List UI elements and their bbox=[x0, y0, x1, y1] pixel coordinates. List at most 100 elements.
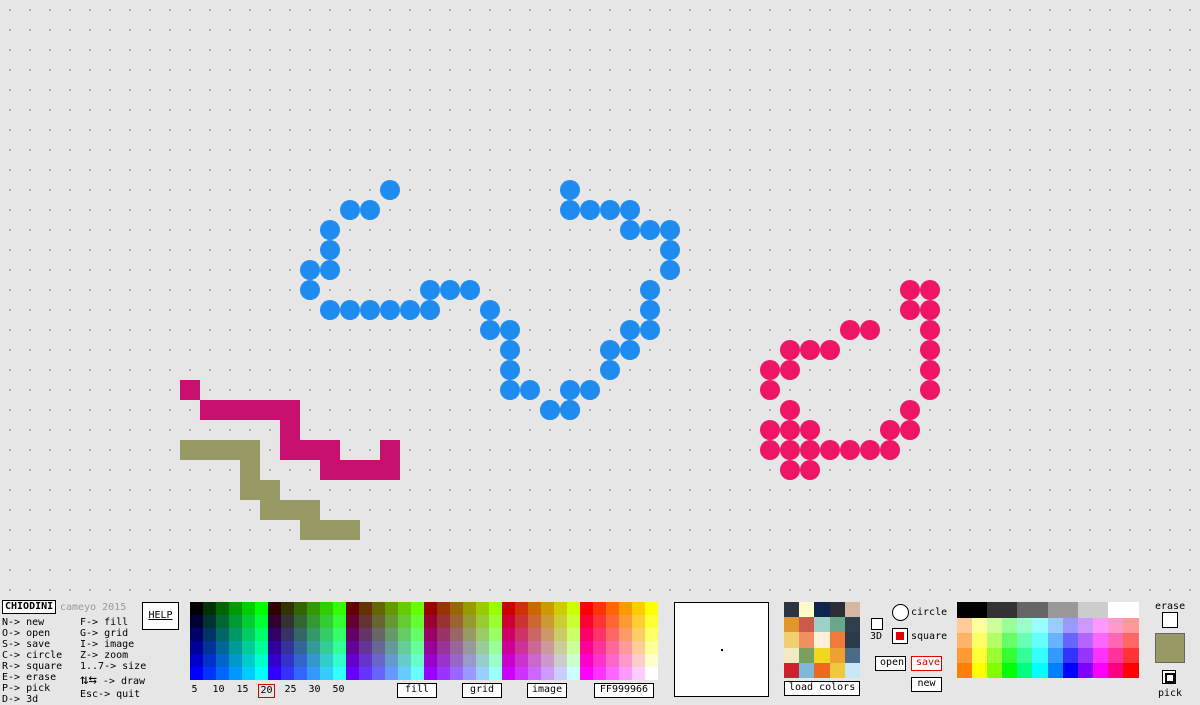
palette-swatch[interactable] bbox=[216, 628, 229, 641]
color-code-field[interactable]: FF999966 bbox=[594, 683, 654, 698]
palette-swatch[interactable] bbox=[567, 615, 580, 628]
gradient-palette-swatch[interactable] bbox=[1047, 663, 1064, 678]
custom-palette-swatch[interactable] bbox=[844, 647, 860, 663]
custom-palette-swatch[interactable] bbox=[799, 602, 815, 618]
palette-swatch[interactable] bbox=[255, 667, 268, 680]
palette-swatch[interactable] bbox=[463, 667, 476, 680]
custom-palette-swatch[interactable] bbox=[844, 617, 860, 633]
fill-button[interactable]: fill bbox=[397, 683, 437, 698]
palette-swatch[interactable] bbox=[645, 628, 658, 641]
gradient-palette-swatch[interactable] bbox=[1017, 618, 1034, 633]
palette-swatch[interactable] bbox=[255, 615, 268, 628]
palette-swatch[interactable] bbox=[515, 602, 528, 615]
palette-swatch[interactable] bbox=[216, 615, 229, 628]
palette-swatch[interactable] bbox=[476, 615, 489, 628]
palette-swatch[interactable] bbox=[645, 615, 658, 628]
palette-swatch[interactable] bbox=[385, 615, 398, 628]
custom-palette-swatch[interactable] bbox=[784, 662, 800, 678]
palette-swatch[interactable] bbox=[411, 641, 424, 654]
gradient-palette-swatch[interactable] bbox=[1002, 618, 1019, 633]
gradient-palette-swatch[interactable] bbox=[957, 648, 973, 663]
gradient-palette-swatch[interactable] bbox=[1047, 618, 1064, 633]
palette-swatch[interactable] bbox=[372, 628, 385, 641]
palette-swatch[interactable] bbox=[268, 628, 281, 641]
palette-swatch[interactable] bbox=[398, 602, 411, 615]
palette-swatch[interactable] bbox=[307, 615, 320, 628]
palette-swatch[interactable] bbox=[502, 628, 515, 641]
palette-swatch[interactable] bbox=[619, 641, 632, 654]
palette-swatch[interactable] bbox=[359, 641, 372, 654]
palette-swatch[interactable] bbox=[450, 628, 463, 641]
palette-swatch[interactable] bbox=[346, 654, 359, 667]
palette-swatch[interactable] bbox=[619, 602, 632, 615]
gradient-palette-swatch[interactable] bbox=[957, 618, 973, 633]
palette-swatch[interactable] bbox=[437, 641, 450, 654]
gradient-palette-swatch[interactable] bbox=[957, 663, 973, 678]
custom-palette-swatch[interactable] bbox=[844, 602, 860, 618]
palette-swatch[interactable] bbox=[242, 628, 255, 641]
palette-swatch[interactable] bbox=[333, 602, 346, 615]
palette-swatch[interactable] bbox=[619, 615, 632, 628]
palette-swatch[interactable] bbox=[411, 602, 424, 615]
palette-swatch[interactable] bbox=[333, 654, 346, 667]
size-option[interactable]: 15 bbox=[234, 684, 251, 696]
palette-swatch[interactable] bbox=[528, 628, 541, 641]
gradient-palette-swatch[interactable] bbox=[1107, 633, 1124, 648]
palette-swatch[interactable] bbox=[424, 628, 437, 641]
palette-swatch[interactable] bbox=[203, 628, 216, 641]
palette-swatch[interactable] bbox=[567, 602, 580, 615]
gradient-palette-swatch[interactable] bbox=[1002, 633, 1019, 648]
palette-swatch[interactable] bbox=[346, 628, 359, 641]
palette-swatch[interactable] bbox=[463, 615, 476, 628]
load-colors-button[interactable]: load colors bbox=[784, 681, 860, 696]
palette-swatch[interactable] bbox=[242, 667, 255, 680]
gradient-palette-swatch[interactable] bbox=[957, 602, 988, 618]
gradient-palette-swatch[interactable] bbox=[1047, 633, 1064, 648]
palette-swatch[interactable] bbox=[489, 641, 502, 654]
palette-swatch[interactable] bbox=[580, 654, 593, 667]
palette-swatch[interactable] bbox=[645, 602, 658, 615]
palette-swatch[interactable] bbox=[567, 641, 580, 654]
save-button[interactable]: save bbox=[911, 656, 942, 671]
palette-swatch[interactable] bbox=[502, 654, 515, 667]
palette-swatch[interactable] bbox=[294, 615, 307, 628]
gradient-palette-swatch[interactable] bbox=[1032, 663, 1049, 678]
palette-swatch[interactable] bbox=[632, 615, 645, 628]
palette-swatch[interactable] bbox=[593, 654, 606, 667]
palette-swatch[interactable] bbox=[541, 654, 554, 667]
custom-palette-swatch[interactable] bbox=[814, 632, 830, 648]
palette-swatch[interactable] bbox=[229, 602, 242, 615]
palette-swatch[interactable] bbox=[333, 667, 346, 680]
gradient-palette-swatch[interactable] bbox=[1077, 618, 1094, 633]
gradient-palette-swatch[interactable] bbox=[1107, 618, 1124, 633]
pick-target-icon[interactable] bbox=[1162, 670, 1176, 684]
palette-swatch[interactable] bbox=[372, 654, 385, 667]
palette-swatch[interactable] bbox=[307, 628, 320, 641]
palette-swatch[interactable] bbox=[294, 654, 307, 667]
palette-swatch[interactable] bbox=[190, 641, 203, 654]
palette-swatch[interactable] bbox=[424, 615, 437, 628]
palette-swatch[interactable] bbox=[385, 628, 398, 641]
palette-swatch[interactable] bbox=[541, 667, 554, 680]
palette-swatch[interactable] bbox=[567, 654, 580, 667]
palette-swatch[interactable] bbox=[307, 654, 320, 667]
palette-swatch[interactable] bbox=[281, 615, 294, 628]
image-button[interactable]: image bbox=[527, 683, 567, 698]
palette-swatch[interactable] bbox=[476, 602, 489, 615]
size-option[interactable]: 30 bbox=[306, 684, 323, 696]
palette-swatch[interactable] bbox=[359, 602, 372, 615]
drawing-canvas[interactable] bbox=[0, 0, 1200, 596]
palette-swatch[interactable] bbox=[593, 641, 606, 654]
palette-swatch[interactable] bbox=[632, 602, 645, 615]
palette-swatch[interactable] bbox=[463, 602, 476, 615]
gradient-palette-swatch[interactable] bbox=[1107, 648, 1124, 663]
palette-swatch[interactable] bbox=[567, 667, 580, 680]
gradient-palette-swatch[interactable] bbox=[1047, 648, 1064, 663]
palette-swatch[interactable] bbox=[619, 654, 632, 667]
palette-swatch[interactable] bbox=[242, 654, 255, 667]
palette-swatch[interactable] bbox=[528, 654, 541, 667]
palette-swatch[interactable] bbox=[242, 641, 255, 654]
gradient-palette-swatch[interactable] bbox=[1032, 618, 1049, 633]
palette-swatch[interactable] bbox=[606, 641, 619, 654]
palette-swatch[interactable] bbox=[632, 654, 645, 667]
